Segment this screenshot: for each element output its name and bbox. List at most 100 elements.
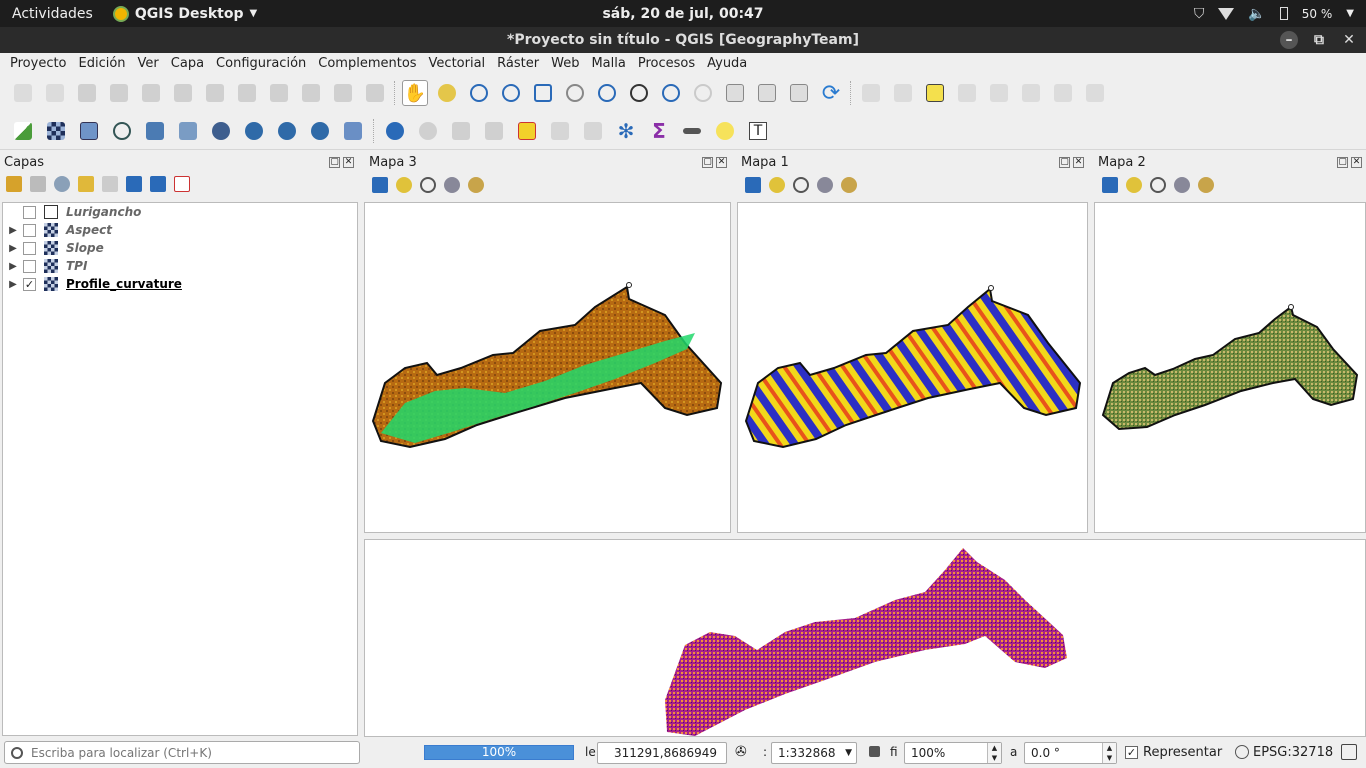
identify-features-icon[interactable] xyxy=(415,118,441,144)
zoom-selection-icon[interactable] xyxy=(769,177,785,193)
close-button[interactable]: ✕ xyxy=(1340,31,1358,49)
menu-vectorial[interactable]: Vectorial xyxy=(423,56,492,71)
mouse-coordinate-toggle-icon[interactable]: ✇ xyxy=(735,744,747,760)
label-rotate-icon[interactable] xyxy=(1018,80,1044,106)
map-tips-icon[interactable] xyxy=(712,118,738,144)
bookmark-icon[interactable] xyxy=(786,80,812,106)
expand-arrow-icon[interactable]: ▶ xyxy=(3,243,23,254)
map1-canvas[interactable] xyxy=(737,202,1088,533)
menu-malla[interactable]: Malla xyxy=(585,56,631,71)
modify-attributes-icon[interactable] xyxy=(170,80,196,106)
restore-button[interactable]: ⧉ xyxy=(1310,31,1328,49)
locator-search[interactable] xyxy=(4,741,360,764)
layer-checkbox[interactable]: ✓ xyxy=(23,277,36,291)
vertex-tool-icon[interactable] xyxy=(138,80,164,106)
render-checkbox[interactable]: ✓ xyxy=(1125,746,1138,759)
copy-icon[interactable] xyxy=(266,80,292,106)
delete-icon[interactable] xyxy=(202,80,228,106)
layer-checkbox[interactable] xyxy=(23,223,36,237)
expand-arrow-icon[interactable]: ▶ xyxy=(3,279,23,290)
pencil-icon[interactable] xyxy=(42,80,68,106)
add-postgis-icon[interactable] xyxy=(208,118,234,144)
close-panel-button[interactable]: ✕ xyxy=(343,156,354,168)
zoom-full-icon[interactable] xyxy=(745,177,761,193)
view-eye-icon[interactable] xyxy=(444,177,460,193)
measure-ruler-icon[interactable] xyxy=(679,118,705,144)
menu-capa[interactable]: Capa xyxy=(165,56,210,71)
magnifier-spinbox[interactable]: 100% ▲ ▼ xyxy=(904,742,1002,764)
select-features-icon[interactable] xyxy=(448,118,474,144)
menu-ver[interactable]: Ver xyxy=(132,56,165,71)
add-group-icon[interactable] xyxy=(30,176,46,192)
system-tray[interactable]: ⛉ 🔈 50 % ▼ xyxy=(1194,6,1354,22)
undo-icon[interactable] xyxy=(330,80,356,106)
zoom-layer-icon[interactable] xyxy=(793,177,809,193)
view-eye-icon[interactable] xyxy=(817,177,833,193)
remove-layer-icon[interactable] xyxy=(174,176,190,192)
zoom-out-icon[interactable] xyxy=(498,80,524,106)
new-3d-view-icon[interactable] xyxy=(754,80,780,106)
refresh-icon[interactable]: ⟳ xyxy=(818,80,844,106)
new-layer-icon[interactable] xyxy=(340,118,366,144)
zoom-full-icon[interactable] xyxy=(372,177,388,193)
layer-checkbox[interactable] xyxy=(23,259,36,273)
new-map-view-icon[interactable] xyxy=(722,80,748,106)
text-annotation-icon[interactable]: T xyxy=(745,118,771,144)
spin-arrows-icon[interactable]: ▲ ▼ xyxy=(987,743,1001,763)
label-pin-icon[interactable] xyxy=(890,80,916,106)
add-feature-icon[interactable] xyxy=(106,80,132,106)
cut-icon[interactable] xyxy=(234,80,260,106)
zoom-selection-icon[interactable] xyxy=(396,177,412,193)
zoom-selection-icon[interactable] xyxy=(562,80,588,106)
layer-row[interactable]: ▶ ✓ Profile_curvature xyxy=(3,275,357,293)
map2-canvas[interactable] xyxy=(1094,202,1366,533)
coordinate-field[interactable]: 311291,8686949 xyxy=(597,742,727,764)
zoom-layer-icon[interactable] xyxy=(1150,177,1166,193)
map3-canvas[interactable] xyxy=(364,202,731,533)
add-gps-layer-icon[interactable] xyxy=(142,118,168,144)
diagram-icon[interactable] xyxy=(1082,80,1108,106)
locator-input[interactable] xyxy=(31,745,341,760)
label-move-icon[interactable] xyxy=(986,80,1012,106)
messages-icon[interactable] xyxy=(1341,744,1357,760)
close-panel-button[interactable]: ✕ xyxy=(716,156,727,168)
label-change-icon[interactable] xyxy=(1050,80,1076,106)
float-panel-button[interactable]: ▢ xyxy=(1337,156,1348,168)
add-spatialite-icon[interactable] xyxy=(175,118,201,144)
zoom-selection-icon[interactable] xyxy=(1126,177,1142,193)
collapse-all-icon[interactable] xyxy=(150,176,166,192)
add-wcs-icon[interactable] xyxy=(274,118,300,144)
add-wms-icon[interactable] xyxy=(241,118,267,144)
zoom-in-icon[interactable] xyxy=(466,80,492,106)
rotation-spinbox[interactable]: 0.0 ° ▲ ▼ xyxy=(1024,742,1117,764)
zoom-last-icon[interactable] xyxy=(658,80,684,106)
deselect-all-icon[interactable] xyxy=(514,118,540,144)
layer-row[interactable]: Lurigancho xyxy=(3,203,357,221)
wrench-icon[interactable] xyxy=(1198,177,1214,193)
redo-icon[interactable] xyxy=(362,80,388,106)
pan-hand-icon[interactable]: ✋ xyxy=(402,80,428,106)
menu-raster[interactable]: Ráster xyxy=(491,56,545,71)
statistics-sigma-icon[interactable]: Σ xyxy=(646,118,672,144)
zoom-layer-icon[interactable] xyxy=(594,80,620,106)
label-highlight-icon[interactable] xyxy=(922,80,948,106)
layer-row[interactable]: ▶ Aspect xyxy=(3,221,357,239)
view-eye-icon[interactable] xyxy=(1174,177,1190,193)
toggle-edit-icon[interactable] xyxy=(10,80,36,106)
settings-gear-icon[interactable]: ✻ xyxy=(613,118,639,144)
zoom-native-icon[interactable] xyxy=(626,80,652,106)
expand-arrow-icon[interactable]: ▶ xyxy=(3,225,23,236)
add-wfs-icon[interactable] xyxy=(307,118,333,144)
close-panel-button[interactable]: ✕ xyxy=(1351,156,1362,168)
float-panel-button[interactable]: ▢ xyxy=(329,156,340,168)
menu-configuracion[interactable]: Configuración xyxy=(210,56,312,71)
style-brush-icon[interactable] xyxy=(6,176,22,192)
menu-ayuda[interactable]: Ayuda xyxy=(701,56,753,71)
zoom-full-icon[interactable] xyxy=(1102,177,1118,193)
spin-arrows-icon[interactable]: ▲ ▼ xyxy=(1102,743,1116,763)
deselect-icon[interactable] xyxy=(481,118,507,144)
label-toolbar-icon[interactable] xyxy=(858,80,884,106)
zoom-layer-icon[interactable] xyxy=(420,177,436,193)
layer-checkbox[interactable] xyxy=(23,205,36,219)
field-calculator-icon[interactable] xyxy=(580,118,606,144)
